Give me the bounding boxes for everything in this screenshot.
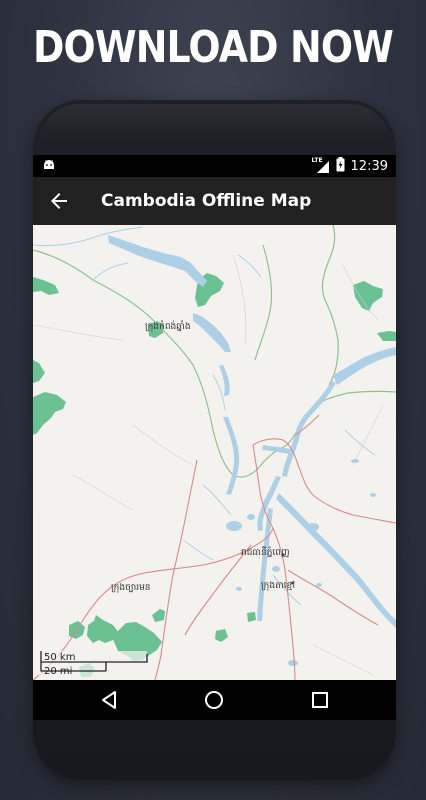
status-time: 12:39 bbox=[350, 159, 388, 174]
network-label: LTE bbox=[311, 156, 323, 164]
android-debug-icon bbox=[42, 158, 56, 176]
recents-square-icon[interactable] bbox=[308, 688, 332, 712]
city-marker bbox=[281, 553, 285, 557]
lte-signal-icon: LTE bbox=[312, 157, 330, 174]
app-bar: Cambodia Offline Map bbox=[33, 177, 396, 225]
map-canvas: ក្រុងកំពង់ឆ្នាំង រាជធានីភ្នំពេញ ក្រុងតាខ… bbox=[33, 224, 396, 681]
arrow-left-icon[interactable] bbox=[47, 189, 71, 213]
map-scale-bar: 50 km 20 mi bbox=[39, 651, 148, 677]
city-marker bbox=[290, 581, 294, 585]
scale-metric: 50 km bbox=[44, 652, 75, 663]
home-circle-icon[interactable] bbox=[202, 688, 226, 712]
status-bar: LTE 12:39 bbox=[33, 155, 396, 177]
navigation-bar bbox=[33, 680, 396, 720]
place-chbar-mon: ក្រុងច្បារមន bbox=[111, 583, 151, 593]
place-takhmau: ក្រុងតាខ្មៅ bbox=[261, 580, 295, 591]
back-triangle-icon[interactable] bbox=[97, 688, 121, 712]
app-title: Cambodia Offline Map bbox=[101, 191, 312, 211]
place-kampong-chhnang: ក្រុងកំពង់ឆ្នាំង bbox=[145, 320, 191, 332]
battery-charging-icon bbox=[336, 157, 345, 176]
scale-imperial: 20 mi bbox=[44, 666, 72, 677]
phone-screen: LTE 12:39 Cambodia Offline Map ក្រុងកំពង… bbox=[33, 155, 396, 720]
promo-headline: DOWNLOAD NOW bbox=[32, 22, 394, 73]
map-view[interactable]: ក្រុងកំពង់ឆ្នាំង រាជធានីភ្នំពេញ ក្រុងតាខ… bbox=[33, 224, 396, 681]
